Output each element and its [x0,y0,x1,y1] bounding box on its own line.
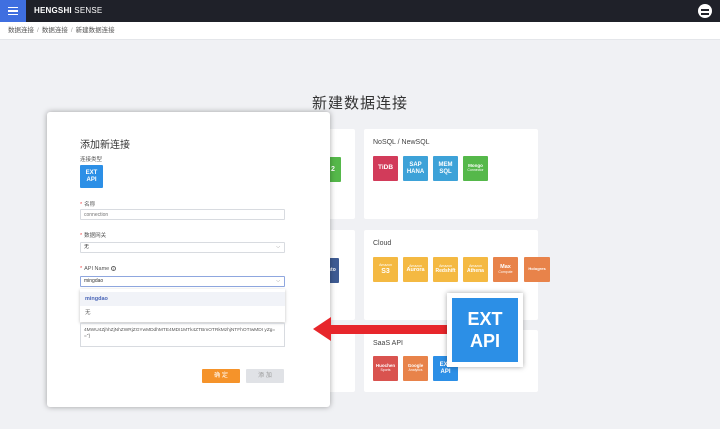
token-textarea[interactable]: 4MWU4ZjhhZjNhZWRjZGYwMDdhMTE4MDI1MTk4ZTB… [80,323,285,347]
connector-tile-memsql[interactable]: MEM SQL [433,156,458,181]
category-card-nosql: NoSQL / NewSQL TiDB SAP HANA MEM SQL Mon… [364,129,538,219]
breadcrumb-current: 新建数据连接 [75,27,115,34]
gateway-label: * 数据网关 [80,233,107,239]
connector-tile-maxcompute[interactable]: Max Compute [493,257,518,282]
dialog-title: 添加新连接 [80,140,130,151]
add-button[interactable]: 添 加 [246,369,284,383]
name-input[interactable] [80,209,285,220]
connector-tile-redshift[interactable]: Amazon Redshift [433,257,458,282]
breadcrumb-item[interactable]: 数据连接 [42,27,68,34]
dropdown-option[interactable]: 无 [80,306,285,320]
connector-tile-sap-hana[interactable]: SAP HANA [403,156,428,181]
top-bar: HENGSHI SENSE [0,0,720,22]
category-title: Cloud [373,240,392,247]
page-title: 新建数据连接 [312,95,409,112]
connector-tile-s3[interactable]: Amazon S3 [373,257,398,282]
chevron-down-icon: ⌵ [276,278,280,284]
connector-tile-tidb[interactable]: TiDB [373,156,398,181]
connector-tile-hologres[interactable]: Hologres [524,257,550,282]
menu-icon[interactable] [0,0,26,22]
info-icon[interactable]: i [111,266,117,272]
category-title: NoSQL / NewSQL [373,139,430,146]
add-connection-dialog: 添加新连接 连接类型 EXT API *名称 *数据网关 无⌵ *API Nam… [47,112,330,407]
dropdown-option[interactable]: mingdao [80,292,285,306]
breadcrumb-item[interactable]: 数据连接 [8,27,34,34]
confirm-button[interactable]: 确 定 [202,369,240,383]
user-avatar-icon[interactable] [698,4,712,18]
connector-tile-athena[interactable]: Amazon Athena [463,257,488,282]
chevron-down-icon: ⌵ [276,244,280,250]
api-name-dropdown: mingdao 无 [80,289,285,322]
connector-tile-mongo[interactable]: Mongo Connector [463,156,488,181]
annotation-arrow [328,325,450,334]
connection-type-label: 连接类型 [80,157,103,163]
connection-type-tile: EXT API [80,165,103,188]
gateway-select[interactable]: 无 ⌵ [80,242,285,253]
connector-tile-huochen[interactable]: Huochen Sports [373,356,398,381]
ext-api-callout: EXT API [447,293,523,367]
ext-api-callout-tile: EXT API [452,298,518,362]
api-name-label: * API Name i [80,266,117,272]
breadcrumb: 数据连接 / 数据连接 / 新建数据连接 [0,22,720,40]
name-label: * 名称 [80,202,96,208]
brand-logo: HENGSHI SENSE [34,6,103,15]
category-title: SaaS API [373,340,403,347]
connector-tile-google-analytics[interactable]: Google Analytics [403,356,428,381]
annotation-arrow-head [313,317,331,341]
connector-tile-aurora[interactable]: Amazon Aurora [403,257,428,282]
api-name-select[interactable]: mingdao ⌵ [80,276,285,287]
